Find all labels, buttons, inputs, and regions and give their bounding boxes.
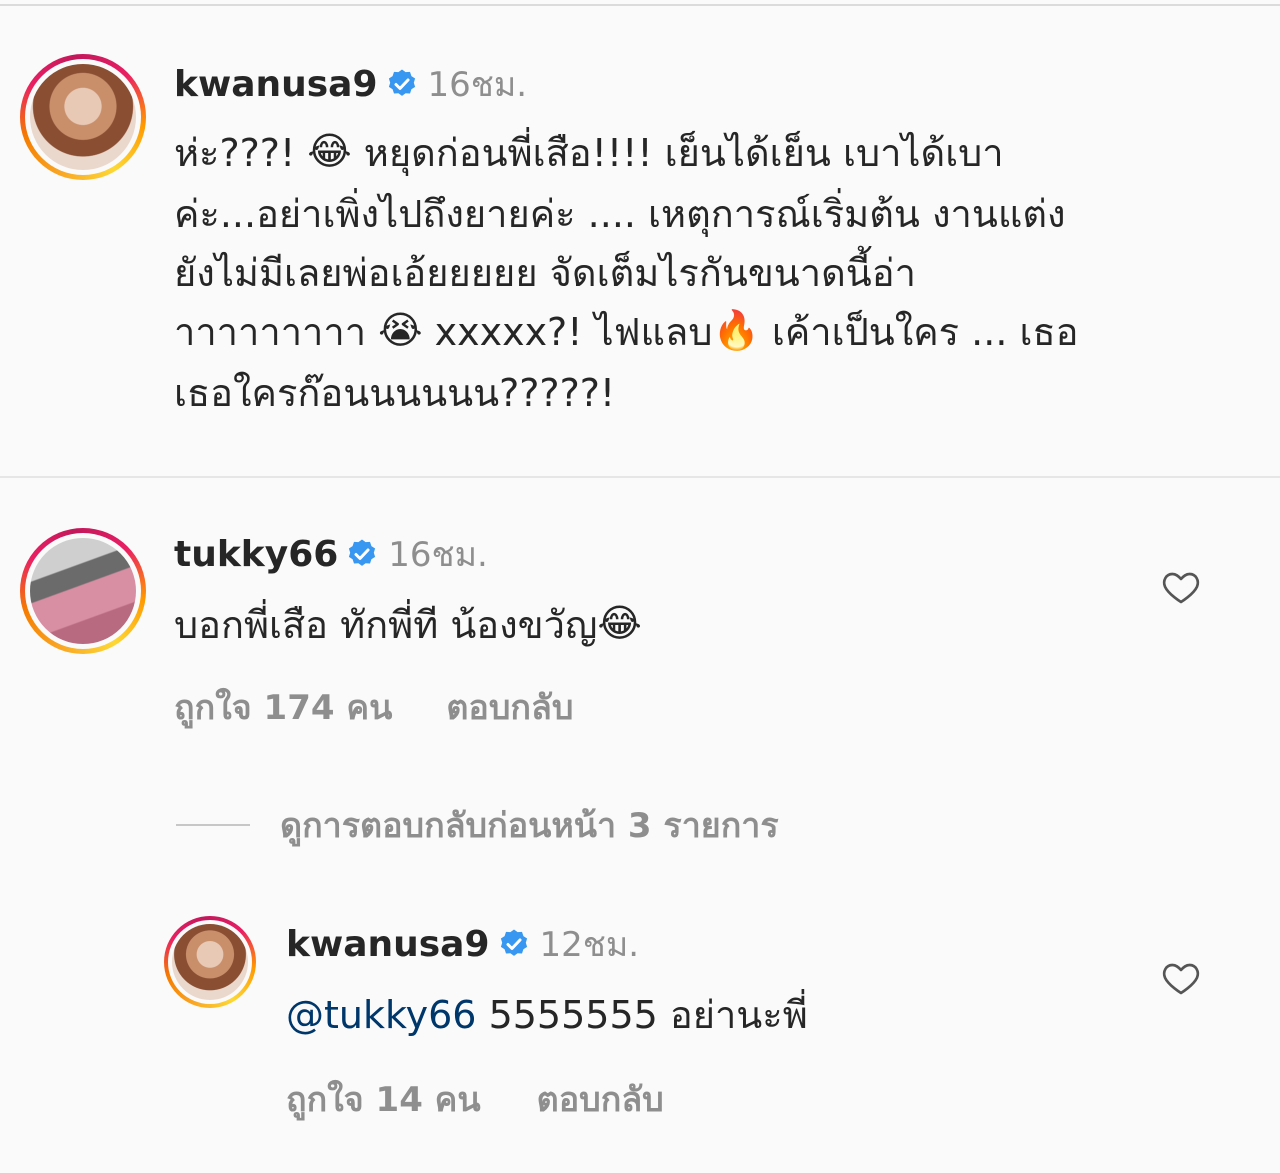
profile-photo [30, 64, 136, 170]
avatar-kwanusa9[interactable] [164, 916, 256, 1008]
replies-divider-line [176, 824, 250, 826]
heart-outline-icon[interactable] [1161, 567, 1201, 607]
mention-link[interactable]: @tukky66 [286, 993, 476, 1037]
verified-badge-icon [346, 538, 378, 570]
timestamp[interactable]: 12ชม. [540, 917, 640, 971]
comment-line: ค่ะ...อย่าเพิ่งไปถึงยายค่ะ .... เหตุการณ… [174, 192, 1066, 236]
fire-emoji: 🔥 [712, 308, 760, 352]
username[interactable]: tukky66 [174, 534, 338, 575]
heart-outline-icon[interactable] [1161, 958, 1201, 998]
username[interactable]: kwanusa9 [286, 924, 490, 965]
comment-line: าาาาาาาาา 😭 xxxxx?! ไฟแลบ🔥 เค้าเป็นใคร .… [174, 303, 1254, 364]
username[interactable]: kwanusa9 [174, 64, 378, 105]
like-count[interactable]: ถูกใจ 14 คน [286, 1072, 481, 1126]
verified-badge-icon [498, 928, 530, 960]
comment-text: บอกพี่เสือ ทักพี่ที น้องขวัญ😂 [174, 596, 642, 657]
loudly-crying-emoji: 😭 [378, 308, 423, 352]
avatar-kwanusa9[interactable] [20, 54, 146, 180]
tears-of-joy-emoji: 😂 [597, 601, 642, 645]
reply-button[interactable]: ตอบกลับ [446, 680, 573, 734]
avatar-tukky66[interactable] [20, 528, 146, 654]
comment-text: ห่ะ???! 😂 หยุดก่อนพี่เสือ!!!! เย็นได้เย็… [174, 124, 1254, 423]
reply-button[interactable]: ตอบกลับ [537, 1072, 664, 1126]
view-replies-label[interactable]: ดูการตอบกลับก่อนหน้า 3 รายการ [280, 798, 779, 852]
comment-line: ยังไม่มีเลยพ่อเอ้ยยยยย จัดเต็มไรกันขนาดน… [174, 251, 916, 295]
profile-photo [172, 924, 248, 1000]
profile-photo [30, 538, 136, 644]
section-divider [0, 476, 1280, 478]
timestamp[interactable]: 16ชม. [388, 527, 488, 581]
timestamp[interactable]: 16ชม. [428, 57, 528, 111]
reply-text: @tukky66 5555555 อย่านะพี่ [286, 993, 808, 1037]
verified-badge-icon [386, 68, 418, 100]
comment-line: เธอใครก๊อนนนนนน?????! [174, 371, 616, 415]
view-previous-replies[interactable]: ดูการตอบกลับก่อนหน้า 3 รายการ [176, 798, 779, 852]
comment-line: ห่ะ???! 😂 หยุดก่อนพี่เสือ!!!! เย็นได้เย็… [174, 124, 1254, 185]
like-count[interactable]: ถูกใจ 174 คน [174, 680, 392, 734]
tears-of-joy-emoji: 😂 [307, 129, 352, 173]
top-divider [0, 4, 1280, 6]
